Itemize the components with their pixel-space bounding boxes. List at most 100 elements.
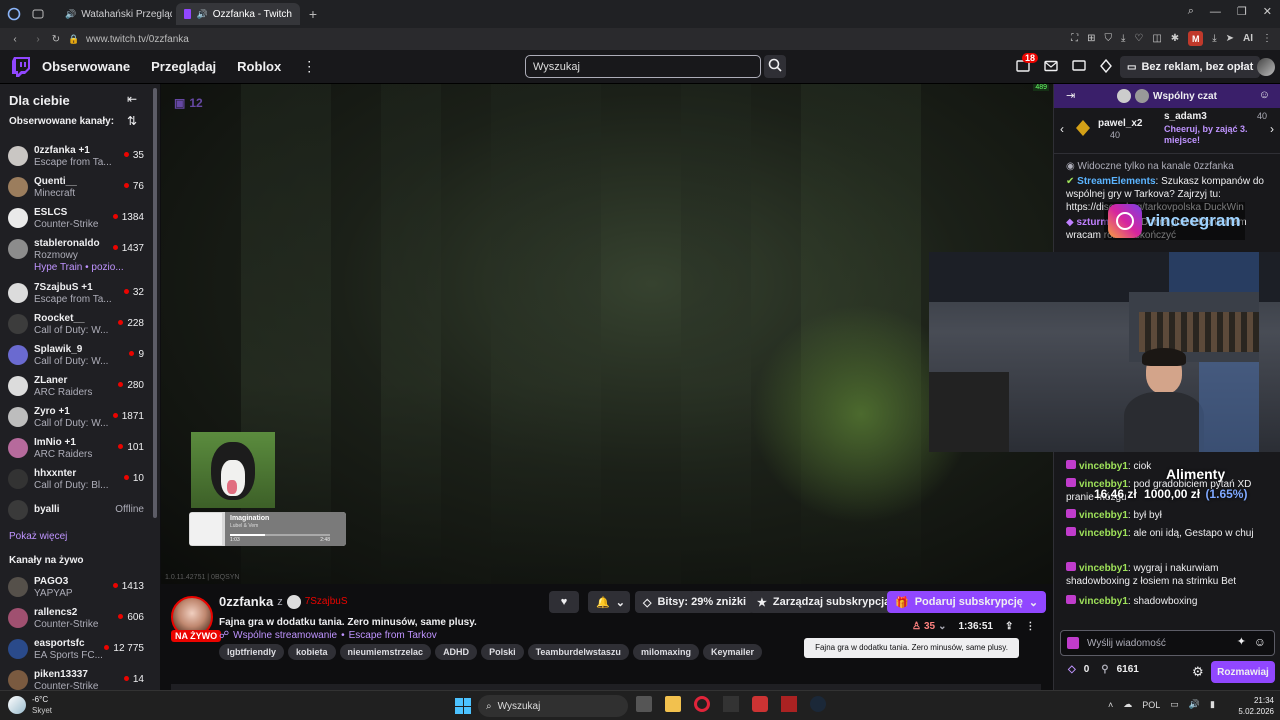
streamer-name[interactable]: 0zzfanka (219, 594, 273, 609)
sidebar-channel[interactable]: ESLCS Counter-Strike 1384 (0, 202, 160, 233)
shield-icon[interactable]: ⛉ (1104, 33, 1112, 44)
users-icon[interactable]: ☺ (1259, 89, 1270, 101)
new-tab-icon[interactable]: + (304, 5, 322, 23)
stream-tag[interactable]: Teamburdelwstaszu (527, 644, 629, 660)
task-view-icon[interactable] (636, 696, 652, 712)
shield-app-icon[interactable] (752, 696, 768, 712)
turbo-button[interactable]: ▭ Bez reklam, bez opłat (1120, 56, 1261, 78)
reload-icon[interactable]: ↻ (46, 34, 66, 45)
bits-cheer-icon[interactable]: ✦ (1237, 635, 1246, 648)
chat-username[interactable]: StreamElements (1077, 176, 1155, 187)
download-icon[interactable]: ⤓ (1121, 33, 1125, 44)
nav-roblox[interactable]: Roblox (237, 59, 281, 74)
steam-icon[interactable] (810, 696, 826, 712)
stream-tag[interactable]: milomaxing (632, 644, 699, 660)
chat-send-button[interactable]: Rozmawiaj (1211, 661, 1275, 683)
channel-points-icon[interactable]: ◇ (1068, 664, 1076, 675)
chevron-right-icon[interactable]: › (1270, 122, 1274, 136)
chevron-down-icon[interactable]: ⌄ (938, 621, 946, 632)
opera-icon[interactable] (694, 696, 710, 712)
inbox-button[interactable]: 18 (1016, 53, 1039, 75)
search-button[interactable] (764, 55, 786, 78)
mail-icon[interactable] (1044, 60, 1058, 75)
sidebar-channel[interactable]: Roocket__ Call of Duty: W... 228 (0, 308, 160, 339)
sidebar-channel[interactable]: piken13337 Counter-Strike 14 (0, 664, 160, 690)
twitch-logo-icon[interactable] (0, 50, 42, 84)
clock[interactable]: 21:34 5.02.2026 (1226, 695, 1274, 717)
gift-sub-button[interactable]: 🎁 Podaruj subskrypcję ⌄ (887, 591, 1047, 613)
snapshot-icon[interactable]: ⛶ (1071, 33, 1078, 44)
chat-username[interactable]: vincebby1 (1079, 563, 1128, 574)
sidebar-channel[interactable]: Zyro +1 Call of Duty: W... 1871 (0, 401, 160, 432)
nav-browse[interactable]: Przeglądaj (151, 59, 216, 74)
chat-input[interactable]: Wyślij wiadomość ☺ ✦ (1060, 630, 1275, 656)
more-options-icon[interactable]: ⋮ (1025, 621, 1035, 632)
tray-chevron-icon[interactable]: ˄ (1108, 700, 1113, 710)
battery-icon[interactable]: ▮ (1210, 699, 1215, 710)
co-streamer-name[interactable]: 7SzajbuS (305, 596, 348, 607)
maximize-icon[interactable]: ❐ (1237, 5, 1247, 18)
co-streamer-avatar[interactable] (286, 594, 301, 609)
nav-following[interactable]: Obserwowane (42, 59, 130, 74)
settings-gear-icon[interactable]: ⚙ (1192, 664, 1204, 680)
show-more-link[interactable]: Pokaż więcej (9, 531, 67, 542)
chat-username[interactable]: vincebby1 (1079, 510, 1128, 521)
stream-tag[interactable]: ADHD (435, 644, 478, 660)
volume-icon[interactable]: 🔊 (1189, 699, 1200, 710)
bits-icon[interactable] (1100, 58, 1112, 76)
game-link[interactable]: Escape from Tarkov (349, 630, 437, 641)
user-avatar[interactable] (1257, 58, 1275, 76)
sidebar-channel[interactable]: stableronaldo Rozmowy 1437 Hype Train • poz… (0, 233, 160, 277)
cheer-text[interactable]: Cheeruj, by zająć 3. miejsce! (1164, 124, 1269, 146)
taskbar-search[interactable]: ⌕ Wyszukaj (478, 695, 628, 717)
stream-tag[interactable]: nieumiemstrzelac (339, 644, 432, 660)
stream-tag[interactable]: Keymailer (702, 644, 762, 660)
url-input[interactable]: www.twitch.tv/0zzfanka (86, 34, 189, 45)
manage-sub-button[interactable]: ★ Zarządzaj subskrypcją (749, 591, 899, 613)
cloud-icon[interactable]: ☁ (1123, 699, 1132, 710)
stream-tag[interactable]: kobieta (288, 644, 336, 660)
sidebar-scrollbar[interactable] (153, 88, 157, 518)
stream-tag[interactable]: lgbtfriendly (219, 644, 284, 660)
bookmark-icon[interactable]: ♡ (1134, 33, 1143, 44)
sidebar-channel[interactable]: 0zzfanka +1 Escape from Ta... 35 (0, 140, 160, 171)
bits-button[interactable]: ◇ Bitsy: 29% zniżki (635, 591, 755, 613)
file-explorer-icon[interactable] (665, 696, 681, 712)
chat-username[interactable]: vincebby1 (1079, 528, 1128, 539)
search-input[interactable]: Wyszukaj (525, 55, 761, 78)
collapse-icon[interactable]: ⇤ (127, 92, 137, 106)
video-player[interactable]: ▣ 12 489 Imagination Lubel & Vem 1:03 2:… (161, 84, 1053, 584)
stream-tag[interactable]: Polski (481, 644, 524, 660)
sort-icon[interactable]: ⇅ (127, 114, 137, 128)
extensions-icon[interactable]: ⊞ (1087, 33, 1095, 44)
share-icon[interactable]: ⇪ (1005, 621, 1013, 632)
profile-icon[interactable]: M (1188, 31, 1204, 46)
puzzle-icon[interactable]: ✱ (1171, 33, 1179, 44)
notification-button[interactable]: 🔔 ⌄ (588, 591, 630, 613)
sidebar-channel[interactable]: Splawik_9 Call of Duty: W... 9 (0, 339, 160, 370)
ai-button[interactable]: AI (1243, 33, 1253, 44)
camera-icon[interactable]: ◫ (1152, 33, 1161, 44)
opera-logo-icon[interactable] (0, 0, 28, 28)
follow-button[interactable]: ♥ (549, 591, 579, 613)
network-icon[interactable]: ▭ (1170, 699, 1179, 710)
menu-icon[interactable]: ⋮ (1262, 33, 1272, 44)
forward-icon[interactable]: › (30, 34, 46, 45)
back-icon[interactable]: ‹ (0, 34, 30, 45)
sidebar-channel[interactable]: ZLaner ARC Raiders 280 (0, 370, 160, 401)
sidebar-channel[interactable]: PAGO3 YAPYAP 1413 (0, 571, 160, 602)
workspaces-icon[interactable] (28, 0, 48, 28)
sidebar-channel[interactable]: byalli Offline (0, 494, 160, 525)
send-icon[interactable]: ➤ (1226, 33, 1234, 44)
more-icon[interactable]: ⋮ (302, 58, 316, 75)
language-indicator[interactable]: POL (1142, 700, 1160, 710)
sidebar-channel[interactable]: ImNio +1 ARC Raiders 101 (0, 432, 160, 463)
emote-icon[interactable]: ☺ (1254, 635, 1266, 649)
browser-tab[interactable]: 🔊 Watahański Przegląd (52, 3, 172, 25)
sidebar-channel[interactable]: 7SzajbuS +1 Escape from Ta... 32 (0, 277, 160, 308)
browser-tab-active[interactable]: 🔊 Ozzfanka - Twitch (176, 3, 300, 25)
whispers-icon[interactable] (1072, 60, 1086, 75)
sidebar-channel[interactable]: Quenti__ Minecraft 76 (0, 171, 160, 202)
weather-widget[interactable]: -6°C Skyet (8, 694, 52, 716)
start-button-icon[interactable] (455, 698, 471, 714)
